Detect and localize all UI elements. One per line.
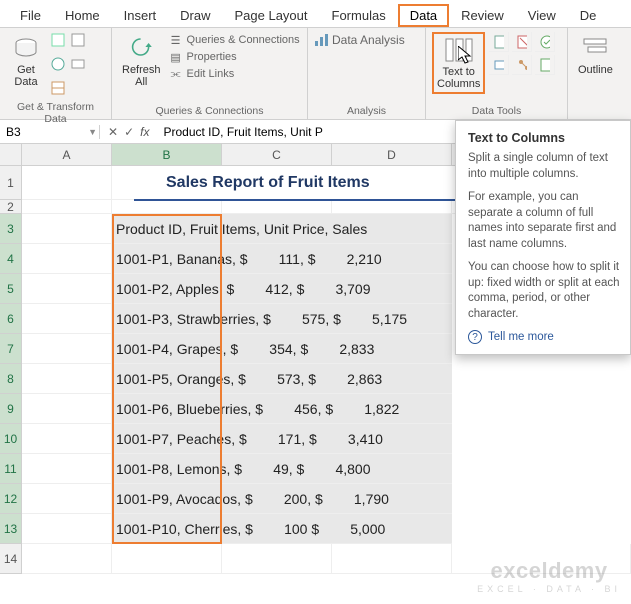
cell-B5[interactable]: 1001-P2, Apples, $ 412, $ 3,709: [112, 274, 452, 304]
tab-view[interactable]: View: [516, 4, 568, 27]
data-validation-icon[interactable]: [535, 32, 555, 52]
tab-formulas[interactable]: Formulas: [320, 4, 398, 27]
get-data-icon: [10, 34, 42, 62]
tooltip-p3: You can choose how to split it up: fixed…: [468, 260, 620, 322]
group-outline: Outline: [568, 28, 631, 119]
help-icon: ?: [468, 330, 482, 344]
group-label-analysis: Analysis: [314, 105, 419, 119]
manage-model-icon[interactable]: [535, 55, 555, 75]
tab-page-layout[interactable]: Page Layout: [223, 4, 320, 27]
consolidate-icon[interactable]: [489, 55, 509, 75]
formula-bar-buttons: ✕ ✓ fx: [100, 125, 157, 139]
cursor-icon: [458, 46, 476, 69]
tab-draw[interactable]: Draw: [168, 4, 222, 27]
sheet-title[interactable]: Sales Report of Fruit Items: [112, 166, 452, 200]
row-header-10[interactable]: 10: [0, 424, 22, 454]
name-box[interactable]: B3 ▼: [0, 125, 100, 139]
row-header-1[interactable]: 1: [0, 166, 22, 200]
tab-more[interactable]: De: [568, 4, 609, 27]
cell-B13[interactable]: 1001-P10, Cherries, $ 100 $ 5,000: [112, 514, 452, 544]
cell-B10[interactable]: 1001-P7, Peaches, $ 171, $ 3,410: [112, 424, 452, 454]
row-header-13[interactable]: 13: [0, 514, 22, 544]
cancel-icon[interactable]: ✕: [108, 125, 118, 139]
refresh-label: Refresh All: [122, 64, 161, 88]
select-all-corner[interactable]: [0, 144, 22, 166]
col-header-C[interactable]: C: [222, 144, 332, 166]
refresh-all-button[interactable]: Refresh All: [118, 32, 165, 90]
enter-icon[interactable]: ✓: [124, 125, 134, 139]
col-header-A[interactable]: A: [22, 144, 112, 166]
tab-file[interactable]: File: [8, 4, 53, 27]
namebox-dropdown-icon[interactable]: ▼: [88, 127, 97, 137]
tab-review[interactable]: Review: [449, 4, 516, 27]
refresh-icon: [125, 34, 157, 62]
edit-links-button[interactable]: ⫘Edit Links: [169, 66, 300, 82]
outline-icon: [579, 34, 611, 62]
properties-button[interactable]: ▤Properties: [169, 49, 300, 65]
tab-data[interactable]: Data: [398, 4, 449, 27]
get-data-button[interactable]: Get Data: [6, 32, 46, 90]
cell-B12[interactable]: 1001-P9, Avocados, $ 200, $ 1,790: [112, 484, 452, 514]
col-header-D[interactable]: D: [332, 144, 452, 166]
row-header-4[interactable]: 4: [0, 244, 22, 274]
group-label-data-tools: Data Tools: [432, 105, 561, 119]
properties-icon: ▤: [169, 50, 183, 64]
outline-button[interactable]: Outline: [574, 32, 617, 78]
row-header-6[interactable]: 6: [0, 304, 22, 334]
edit-links-icon: ⫘: [169, 67, 183, 81]
tooltip-p1: Split a single column of text into multi…: [468, 151, 620, 182]
group-data-tools: Text to Columns Data Tools: [426, 28, 568, 119]
row-header-9[interactable]: 9: [0, 394, 22, 424]
row-header-14[interactable]: 14: [0, 544, 22, 574]
from-table-icon[interactable]: [50, 80, 66, 101]
col-header-B[interactable]: B: [112, 144, 222, 166]
cell-B9[interactable]: 1001-P6, Blueberries, $ 456, $ 1,822: [112, 394, 452, 424]
tell-me-more-link[interactable]: ? Tell me more: [468, 330, 620, 344]
data-tools-extra: [489, 32, 559, 75]
group-get-transform: Get Data Get & Transform Data: [0, 28, 112, 119]
ribbon-body: Get Data Get & Transform Data Refresh Al…: [0, 28, 631, 120]
row-header-12[interactable]: 12: [0, 484, 22, 514]
row-header-5[interactable]: 5: [0, 274, 22, 304]
from-text-icon[interactable]: [50, 32, 66, 53]
data-analysis-button[interactable]: Data Analysis: [314, 32, 405, 48]
cell-B11[interactable]: 1001-P8, Lemons, $ 49, $ 4,800: [112, 454, 452, 484]
cell-B6[interactable]: 1001-P3, Strawberries, $ 575, $ 5,175: [112, 304, 452, 334]
from-web-icon[interactable]: [50, 56, 66, 77]
cell-B3[interactable]: Product ID, Fruit Items, Unit Price, Sal…: [112, 214, 452, 244]
cell-B4[interactable]: 1001-P1, Bananas, $ 111, $ 2,210: [112, 244, 452, 274]
tooltip-p2: For example, you can separate a column o…: [468, 190, 620, 252]
row-header-3[interactable]: 3: [0, 214, 22, 244]
get-data-label: Get Data: [14, 64, 37, 88]
remove-dup-icon[interactable]: [512, 32, 532, 52]
flash-fill-icon[interactable]: [489, 32, 509, 52]
group-label-get-transform: Get & Transform Data: [6, 101, 105, 127]
row-header-8[interactable]: 8: [0, 364, 22, 394]
data-analysis-icon: [314, 33, 328, 47]
row-header-11[interactable]: 11: [0, 454, 22, 484]
row-header-2[interactable]: 2: [0, 200, 22, 214]
cell-B7[interactable]: 1001-P4, Grapes, $ 354, $ 2,833: [112, 334, 452, 364]
fx-icon[interactable]: fx: [140, 125, 149, 139]
tooltip-title: Text to Columns: [468, 131, 620, 145]
group-label-queries: Queries & Connections: [118, 105, 301, 119]
tooltip-text-to-columns: Text to Columns Split a single column of…: [455, 120, 631, 355]
tab-insert[interactable]: Insert: [112, 4, 169, 27]
existing-conn-icon[interactable]: [70, 56, 86, 77]
ribbon-tabs: File Home Insert Draw Page Layout Formul…: [0, 0, 631, 28]
row-header-7[interactable]: 7: [0, 334, 22, 364]
text-to-columns-label: Text to Columns: [437, 66, 480, 90]
tab-home[interactable]: Home: [53, 4, 112, 27]
queries-connections-button[interactable]: ☰Queries & Connections: [169, 32, 300, 48]
group-queries: Refresh All ☰Queries & Connections ▤Prop…: [112, 28, 308, 119]
text-to-columns-button[interactable]: Text to Columns: [432, 32, 485, 94]
group-analysis: Data Analysis Analysis: [308, 28, 426, 119]
relationships-icon[interactable]: [512, 55, 532, 75]
link-icon: ☰: [169, 33, 183, 47]
cell-B8[interactable]: 1001-P5, Oranges, $ 573, $ 2,863: [112, 364, 452, 394]
recent-sources-icon[interactable]: [70, 32, 86, 53]
